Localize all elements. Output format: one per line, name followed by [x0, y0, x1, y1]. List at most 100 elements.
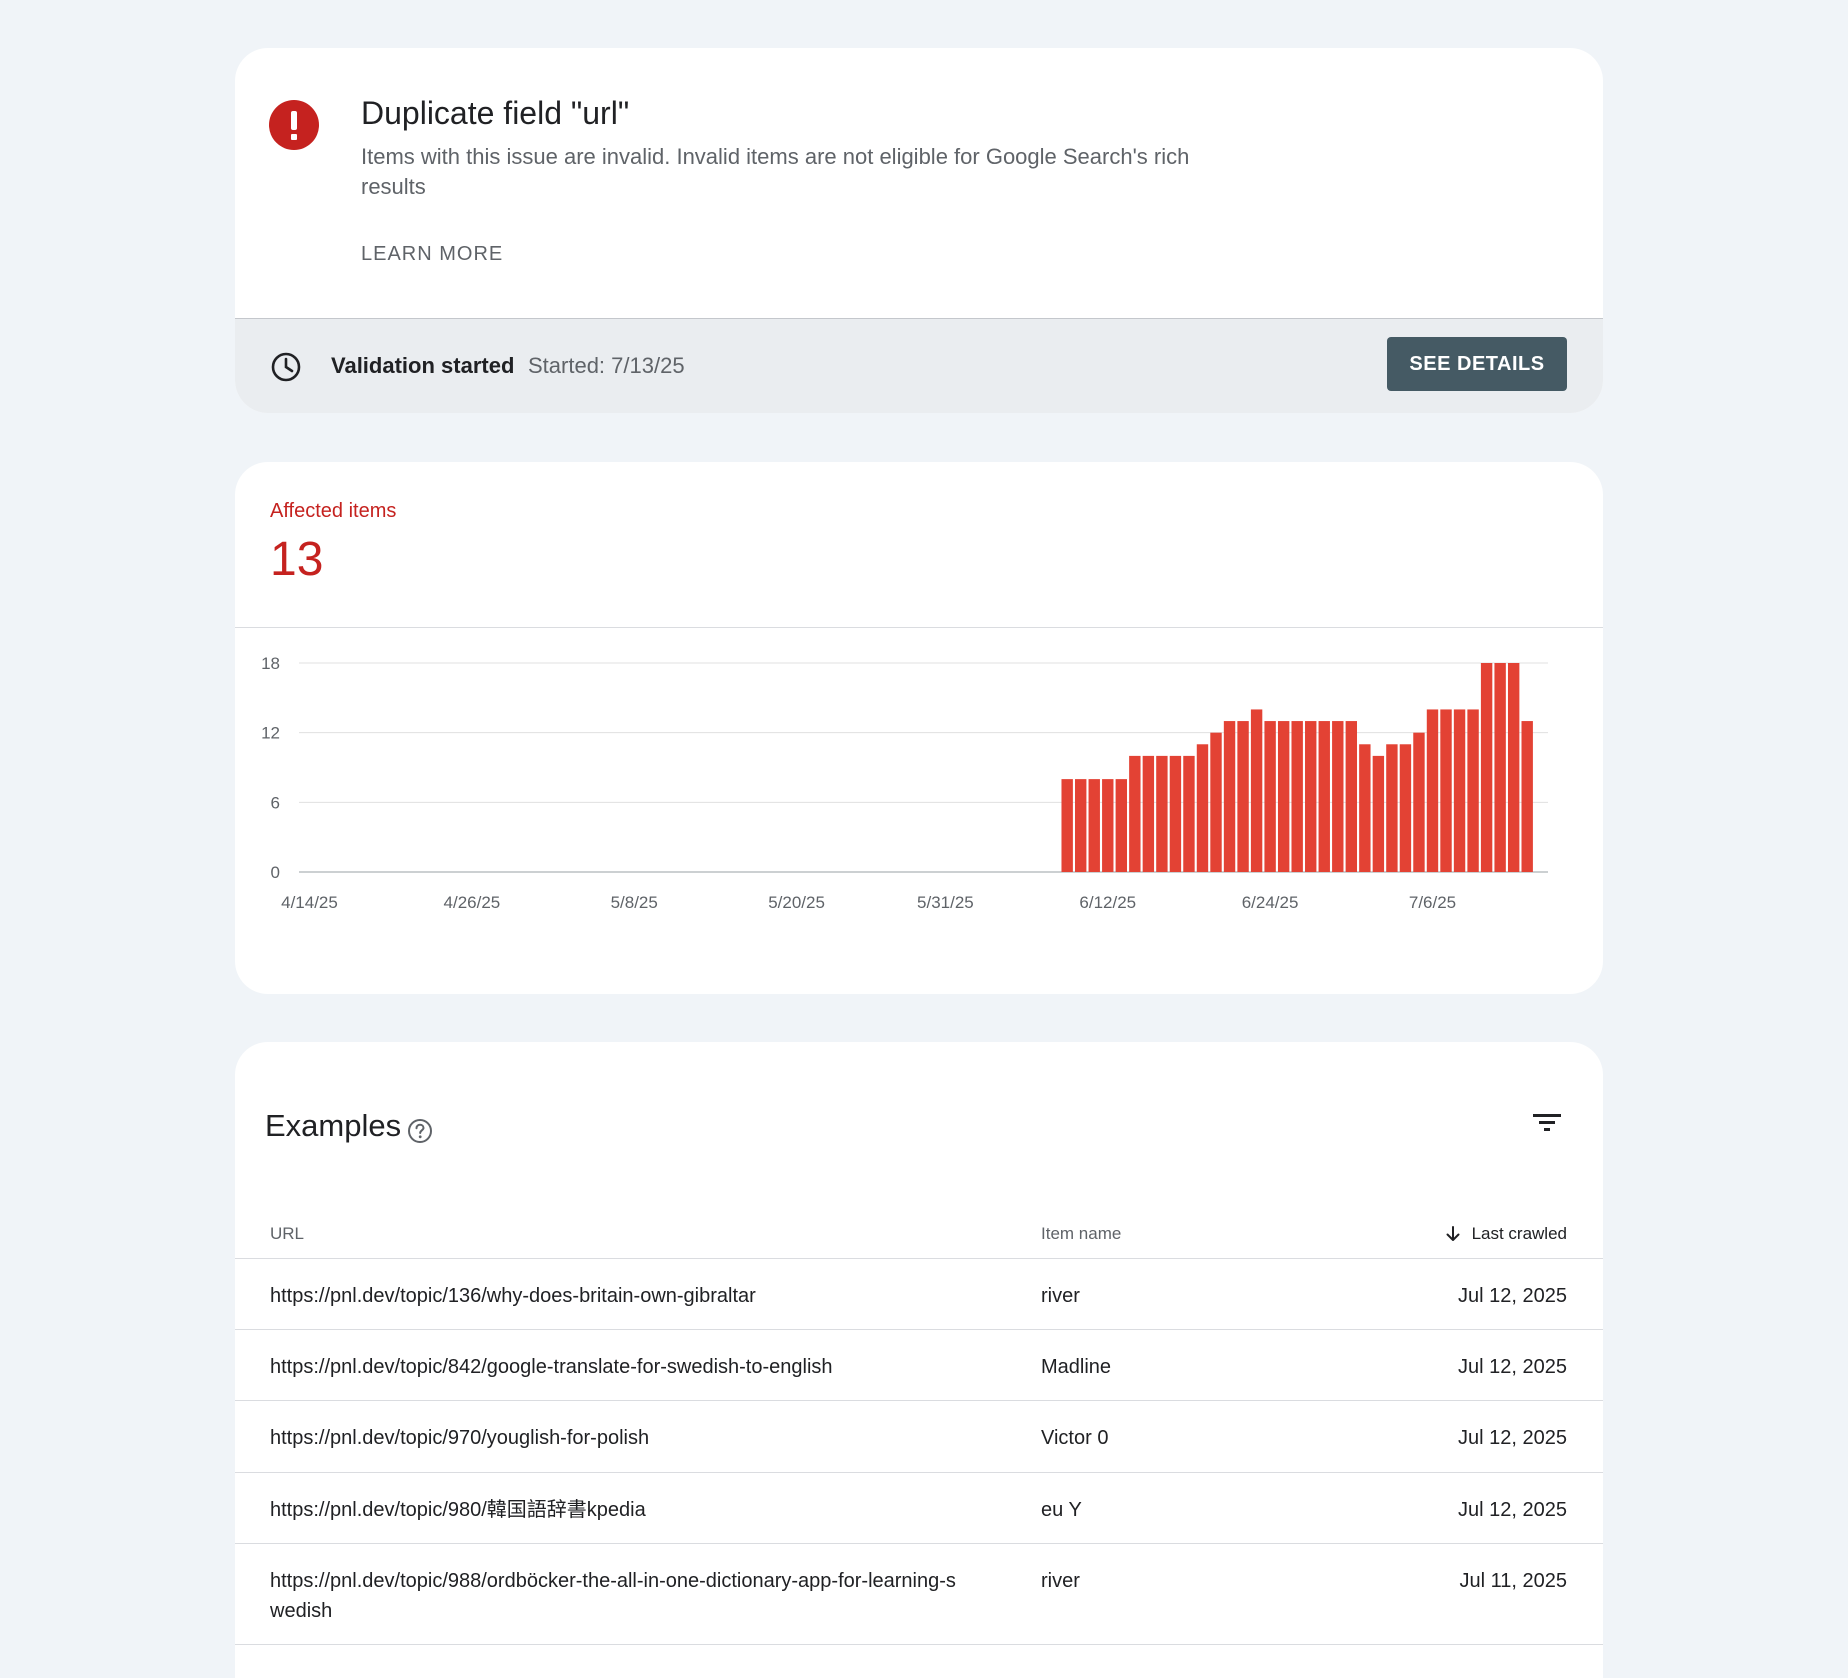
chart-bar [331, 872, 342, 873]
chart-bar [872, 872, 883, 873]
filter-icon[interactable] [1532, 1108, 1562, 1138]
chart-bar [953, 872, 964, 873]
page: Duplicate field "url" Items with this is… [0, 0, 1848, 1678]
chart-bar [1426, 709, 1439, 872]
chart-bar [466, 872, 477, 873]
chart-bar [1480, 663, 1493, 872]
chart-bar [358, 872, 369, 873]
chart-bar [980, 872, 991, 873]
chart-bar [1021, 872, 1032, 873]
chart-bar [750, 872, 761, 873]
chart-bar [723, 872, 734, 873]
row-item-name: Madline [1041, 1356, 1112, 1378]
chart-bar [629, 872, 640, 873]
row-last-crawled: Jul 12, 2025 [1458, 1356, 1567, 1378]
chart-bar [1196, 744, 1209, 872]
chart-bar [1048, 872, 1059, 873]
chart-bar [831, 872, 842, 873]
chart-bar [642, 872, 653, 873]
x-tick-label: 4/14/25 [281, 893, 338, 912]
chart-bar [507, 872, 518, 873]
chart-bar [588, 872, 599, 873]
validation-status: Validation started [331, 353, 515, 378]
chart-bar [304, 872, 315, 873]
chart-bar [520, 872, 531, 873]
chart-bar [1156, 755, 1168, 872]
chart-bar [777, 872, 788, 873]
see-details-button[interactable]: SEE DETAILS [1387, 337, 1567, 391]
row-last-crawled: Jul 12, 2025 [1458, 1499, 1567, 1521]
chart-bar [480, 872, 491, 873]
error-icon [269, 100, 319, 150]
chart-bar [1102, 779, 1114, 872]
help-icon[interactable] [407, 1118, 433, 1144]
row-url[interactable]: https://pnl.dev/topic/842/google-transla… [270, 1352, 970, 1382]
x-tick-label: 6/12/25 [1079, 893, 1136, 912]
x-tick-label: 5/8/25 [611, 893, 658, 912]
chart-bar [1169, 755, 1182, 872]
row-url[interactable]: https://pnl.dev/topic/970/youglish-for-p… [270, 1423, 970, 1453]
chart-bar [764, 872, 775, 873]
table-row[interactable]: https://pnl.dev/topic/980/韓国語辞書kpedia eu… [235, 1473, 1603, 1544]
chart-bar [696, 872, 707, 873]
chart-bar [683, 872, 694, 873]
chart-bar [534, 872, 545, 873]
x-tick-label: 6/24/25 [1242, 893, 1299, 912]
chart-bar [1318, 721, 1330, 872]
column-header-last-crawled[interactable]: Last crawled [1444, 1224, 1567, 1244]
row-item-name: eu Y [1041, 1499, 1082, 1521]
chart-bar [1237, 721, 1249, 872]
x-tick-label: 7/6/25 [1409, 893, 1456, 912]
chart-bar [1264, 721, 1276, 872]
affected-items-card: Affected items 13 0 6 12 18 4/14/25 4/26/25 5/… [235, 462, 1603, 994]
chart-bar [804, 872, 815, 873]
chart-bar [1332, 721, 1344, 872]
table-row[interactable]: https://pnl.dev/topic/988/ordböcker-the-… [235, 1544, 1603, 1645]
table-row[interactable]: https://pnl.dev/topic/970/youglish-for-p… [235, 1401, 1603, 1473]
chart-bar [791, 872, 802, 873]
chart-bar [1183, 755, 1195, 872]
table-header: URL Item name Last crawled [235, 1212, 1603, 1259]
last-crawled-label: Last crawled [1471, 1224, 1567, 1243]
chart-bar [1061, 779, 1073, 872]
issue-description: Items with this issue are invalid. Inval… [361, 144, 1190, 199]
clock-icon [271, 352, 301, 382]
row-url[interactable]: https://pnl.dev/topic/988/ordböcker-the-… [270, 1566, 970, 1626]
row-item-name: Victor 0 [1041, 1427, 1109, 1449]
chart-bar [1129, 755, 1141, 872]
chart-bar [1210, 732, 1222, 872]
row-url[interactable]: https://pnl.dev/topic/136/why-does-brita… [270, 1281, 970, 1311]
y-tick-label: 6 [271, 793, 280, 812]
affected-items-chart: 0 6 12 18 4/14/25 4/26/25 5/8/25 5/20/25 5/31/25… [261, 654, 1548, 912]
chart-bar [1413, 732, 1425, 872]
chart-bar [899, 872, 910, 873]
table-row[interactable]: https://pnl.dev/topic/842/google-transla… [235, 1330, 1603, 1401]
table-row[interactable]: https://pnl.dev/topic/136/why-does-brita… [235, 1259, 1603, 1330]
chart-bar [1088, 779, 1100, 872]
chart-bar [1223, 721, 1236, 872]
validation-started-date: Started: 7/13/25 [528, 353, 685, 378]
chart-bar [1386, 744, 1398, 872]
y-tick-label: 0 [271, 863, 280, 882]
chart-bar [1305, 721, 1317, 872]
affected-items-count: 13 [270, 533, 324, 586]
chart-bar [1142, 755, 1155, 872]
chart-bar [601, 872, 612, 873]
chart-bar [940, 872, 951, 873]
chart-bar [1291, 721, 1303, 872]
chart-bar [1453, 709, 1466, 872]
chart-bar [615, 872, 626, 873]
chart-bar [859, 872, 870, 873]
chart-bar [1521, 721, 1533, 872]
chart-bar [656, 872, 667, 873]
column-header-url[interactable]: URL [270, 1224, 304, 1244]
examples-card: Examples URL Item name Last crawled http… [235, 1042, 1603, 1678]
chart-bar [1399, 744, 1412, 872]
chart-bar [453, 872, 464, 873]
column-header-item-name[interactable]: Item name [1041, 1224, 1121, 1244]
learn-more-link[interactable]: LEARN MORE [361, 243, 503, 266]
chart-bar [574, 872, 585, 873]
chart-bar [426, 872, 437, 873]
row-url[interactable]: https://pnl.dev/topic/980/韓国語辞書kpedia [270, 1495, 970, 1525]
issue-card: Duplicate field "url" Items with this is… [235, 48, 1603, 413]
